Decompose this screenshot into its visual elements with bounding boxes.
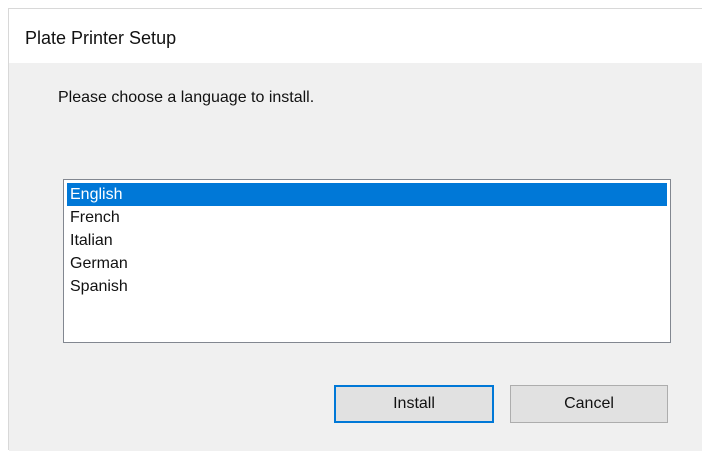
screen-background: Plate Printer Setup Please choose a lang…: [0, 0, 702, 451]
language-option-german[interactable]: German: [67, 252, 667, 275]
window-title: Plate Printer Setup: [25, 28, 177, 48]
language-listbox[interactable]: English French Italian German Spanish: [63, 179, 671, 343]
instruction-text: Please choose a language to install.: [58, 89, 315, 106]
dialog-body: Please choose a language to install. Eng…: [9, 63, 702, 451]
language-option-french[interactable]: French: [67, 206, 667, 229]
language-option-italian[interactable]: Italian: [67, 229, 667, 252]
title-bar[interactable]: Plate Printer Setup: [9, 9, 702, 63]
cancel-button[interactable]: Cancel: [510, 385, 668, 423]
install-button[interactable]: Install: [334, 385, 494, 423]
language-option-spanish[interactable]: Spanish: [67, 275, 667, 298]
language-option-english[interactable]: English: [67, 183, 667, 206]
setup-dialog: Plate Printer Setup Please choose a lang…: [8, 8, 702, 451]
